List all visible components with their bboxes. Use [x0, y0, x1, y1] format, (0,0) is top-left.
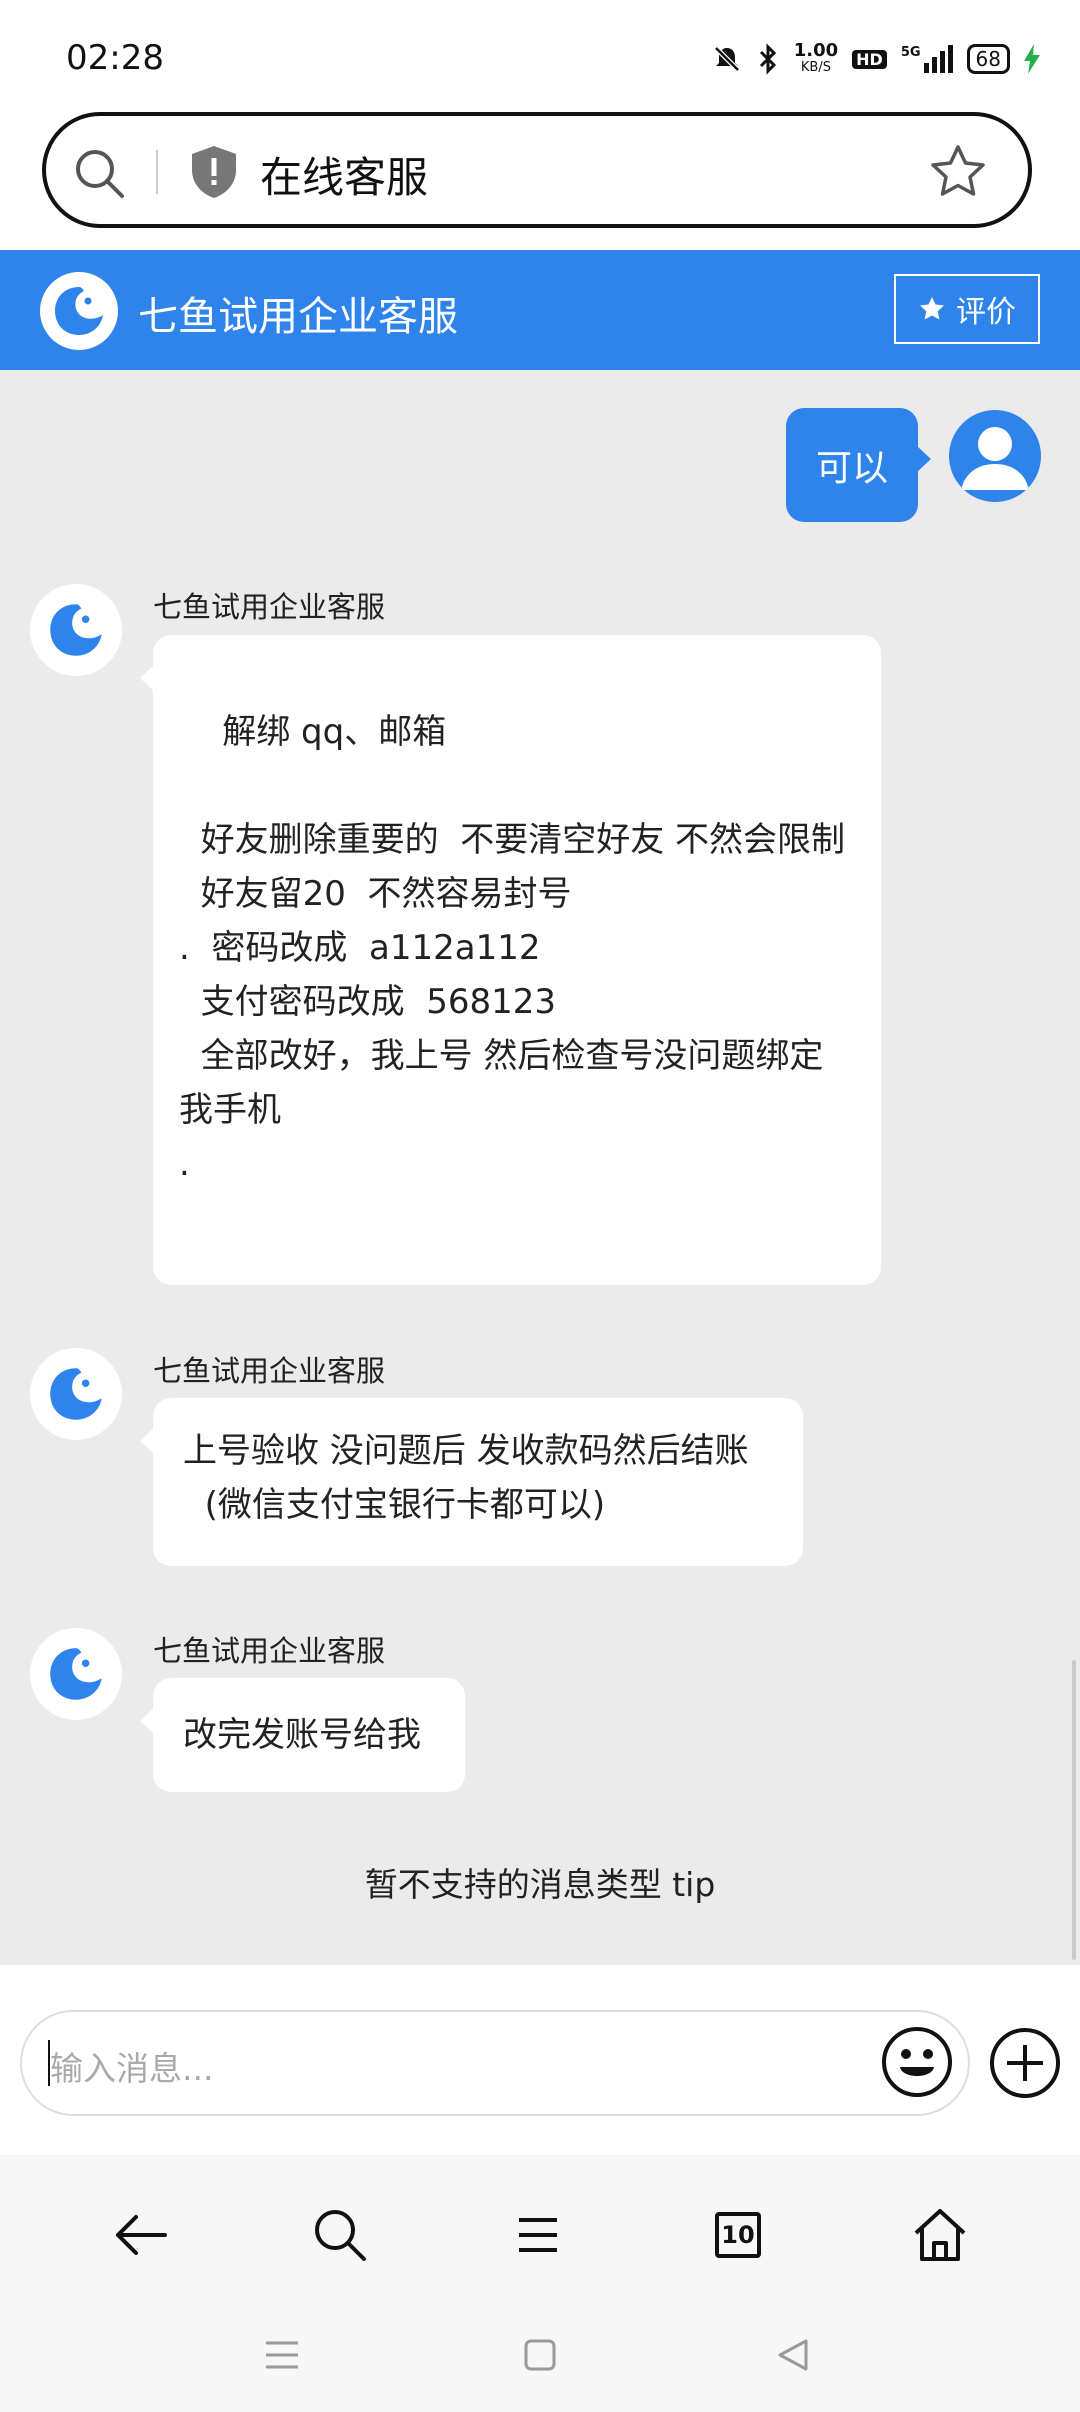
user-avatar-icon [961, 427, 1029, 490]
star-icon [920, 297, 944, 320]
system-nav [0, 2305, 1080, 2412]
back-button[interactable] [100, 2195, 180, 2275]
user-message: 可以 [786, 408, 931, 522]
back-triangle-icon[interactable] [774, 2335, 814, 2375]
tabs-icon: 10 [715, 2212, 761, 2258]
url-title[interactable]: 在线客服 [260, 144, 428, 205]
menu-icon [519, 2218, 557, 2252]
charging-icon [1024, 44, 1040, 74]
fish-logo-icon [55, 287, 103, 335]
search-button[interactable] [300, 2195, 380, 2275]
menu-button[interactable] [498, 2195, 578, 2275]
status-icons: 1.00 KB/S HD 5G 68 [712, 42, 1040, 76]
url-divider [156, 150, 158, 194]
bot-avatar [30, 1348, 122, 1440]
back-arrow-icon [116, 2215, 167, 2255]
service-logo [40, 272, 118, 350]
home-icon [914, 2209, 966, 2261]
bot-message: 改完发账号给我 [140, 1678, 465, 1792]
search-icon[interactable] [70, 144, 130, 204]
bluetooth-icon [759, 43, 776, 75]
bot-avatar [30, 1628, 122, 1720]
mute-icon [713, 46, 740, 72]
url-bar[interactable]: 在线客服 [42, 112, 1032, 228]
rate-label: 评价 [956, 295, 1016, 330]
chat-header: 七鱼试用企业客服 评价 [0, 250, 1080, 370]
battery-icon: 68 [966, 44, 1010, 74]
home-button[interactable] [900, 2195, 980, 2275]
hd-badge: HD [852, 49, 887, 69]
bot-message: 解绑 qq、邮箱 好友删除重要的 不要清空好友 不然会限制 好友留20 不然容易… [140, 635, 881, 1285]
message-input[interactable]: 输入消息... [20, 2010, 970, 2116]
bot-sender-name: 七鱼试用企业客服 [153, 590, 386, 624]
signal-icon: 5G [901, 45, 953, 73]
tabs-button[interactable]: 10 [698, 2195, 778, 2275]
fish-logo-icon [50, 1648, 102, 1700]
unsupported-tip: 暂不支持的消息类型 tip [364, 1865, 716, 1904]
emoji-icon[interactable] [880, 2025, 954, 2099]
fish-logo-icon [50, 604, 102, 656]
status-time: 02:28 [66, 38, 164, 78]
net-speed-value: 1.00 [793, 40, 839, 61]
shield-icon[interactable] [188, 144, 240, 200]
status-bar: 02:28 1.00 KB/S HD 5G 68 [0, 0, 1080, 110]
recent-apps-icon[interactable] [262, 2335, 302, 2375]
user-avatar [949, 410, 1041, 502]
rate-button[interactable]: 评价 [894, 274, 1040, 344]
add-icon[interactable] [988, 2026, 1062, 2100]
bot-avatar [30, 584, 122, 676]
net-speed-unit: KB/S [800, 60, 831, 75]
bot-sender-name: 七鱼试用企业客服 [153, 1354, 386, 1388]
fish-logo-icon [50, 1368, 102, 1420]
bot-message: 上号验收 没问题后 发收款码然后结账 (微信支付宝银行卡都可以) [140, 1398, 803, 1566]
scrollbar[interactable] [1072, 1660, 1076, 1960]
bookmark-star-icon[interactable] [928, 142, 988, 202]
net-speed: 1.00 KB/S [794, 42, 838, 76]
input-placeholder: 输入消息... [50, 2049, 214, 2088]
browser-bar: 在线客服 [0, 110, 1080, 250]
bot-sender-name: 七鱼试用企业客服 [153, 1634, 386, 1668]
home-square-icon[interactable] [520, 2335, 560, 2375]
chat-area[interactable]: 可以 七鱼试用企业客服 解绑 qq、邮箱 好友删除重要的 不要清空好友 不然会限… [0, 370, 1080, 1965]
browser-nav: 10 [0, 2155, 1080, 2305]
service-name: 七鱼试用企业客服 [138, 294, 458, 340]
signal-label: 5G [900, 45, 921, 60]
search-icon [315, 2210, 366, 2261]
tabs-count: 10 [721, 2221, 755, 2249]
